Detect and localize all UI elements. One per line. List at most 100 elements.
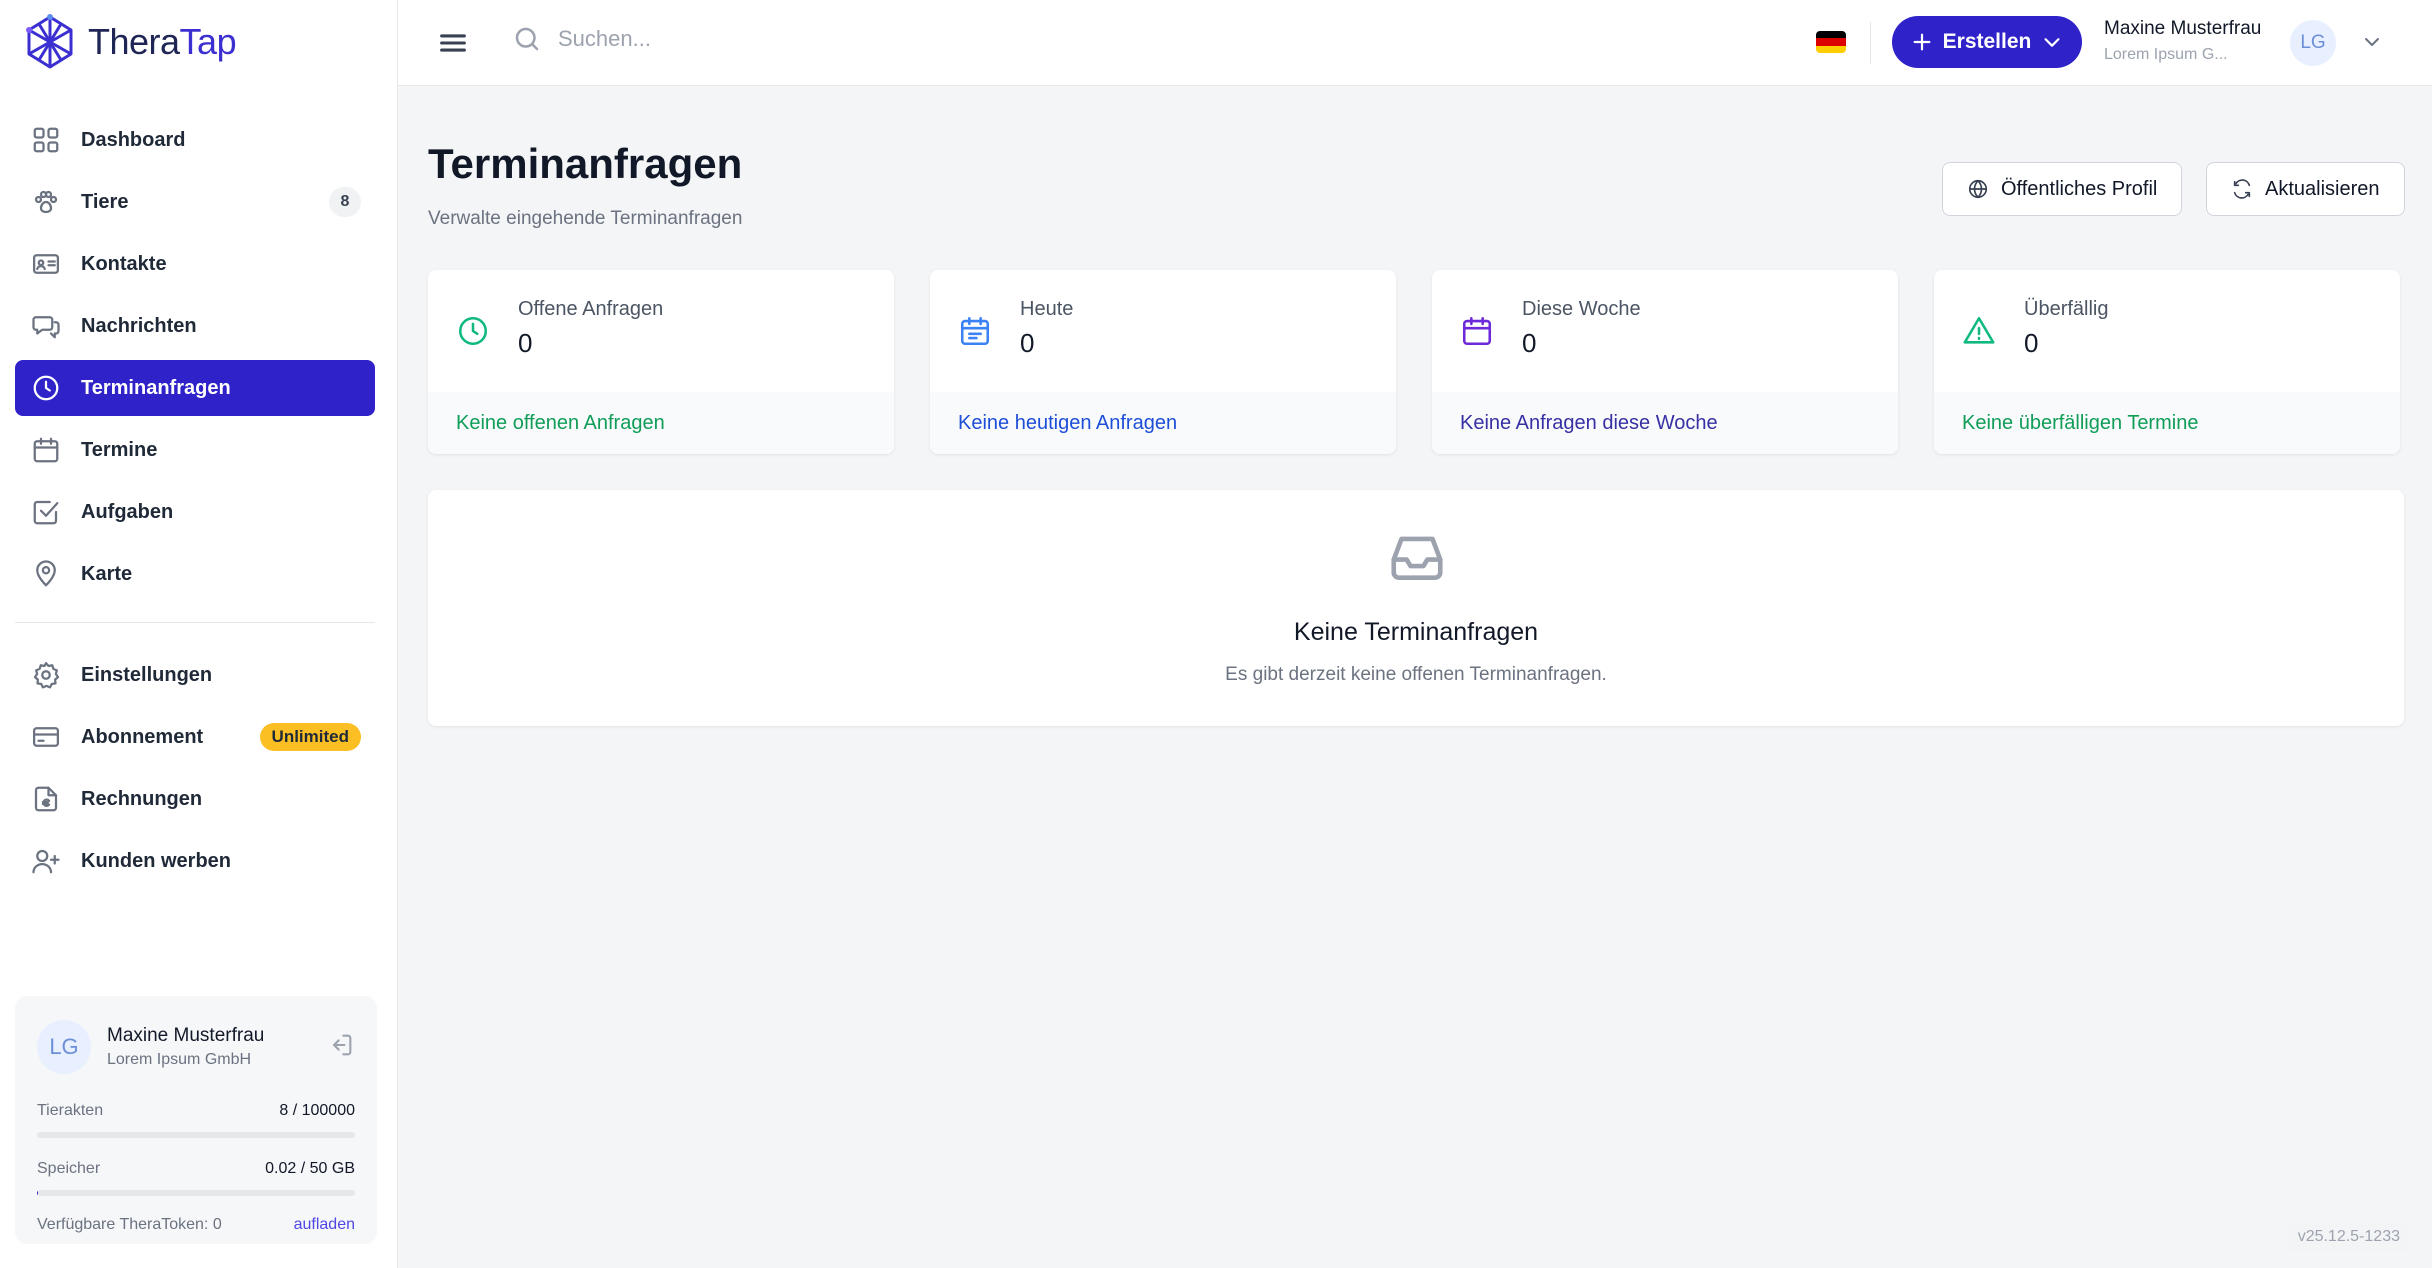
stat-label: Diese Woche: [1522, 298, 1641, 320]
page-title: Terminanfragen: [428, 140, 743, 187]
empty-state-card: Keine Terminanfragen Es gibt derzeit kei…: [428, 490, 2404, 726]
calendar-icon: [1460, 314, 1494, 353]
avatar[interactable]: LG: [37, 1020, 91, 1074]
avatar[interactable]: LG: [2290, 20, 2336, 66]
account-name: Maxine Musterfrau: [107, 1025, 265, 1046]
storage-label: Speicher: [37, 1160, 101, 1177]
create-button-label: Erstellen: [1942, 30, 2032, 53]
refresh-button[interactable]: Aktualisieren: [2206, 162, 2405, 216]
sidebar-nav: Dashboard Tiere 8 Kontakte Nachrichten T…: [15, 112, 375, 895]
user-name: Maxine Musterfrau: [2104, 18, 2262, 39]
sidebar-item-kunden-werben[interactable]: Kunden werben: [15, 833, 375, 889]
refresh-icon: [2233, 179, 2251, 199]
brand-name: TheraTap: [88, 21, 237, 62]
sidebar-item-rechnungen[interactable]: Rechnungen: [15, 771, 375, 827]
sidebar-item-label: Dashboard: [81, 128, 186, 151]
stat-footer-link[interactable]: Keine heutigen Anfragen: [930, 392, 1396, 454]
records-usage: Tierakten 8 / 100000: [37, 1102, 355, 1138]
sidebar-item-dashboard[interactable]: Dashboard: [15, 112, 375, 168]
stat-label: Überfällig: [2024, 298, 2109, 320]
account-names: Maxine Musterfrau Lorem Ipsum GmbH: [107, 1025, 327, 1069]
logout-icon[interactable]: [327, 1031, 355, 1064]
stat-label: Offene Anfragen: [518, 298, 664, 320]
menu-toggle-button[interactable]: [436, 26, 470, 60]
stat-value: 0: [2024, 328, 2039, 358]
calendar-icon: [29, 433, 63, 467]
user-plus-icon: [29, 844, 63, 878]
sidebar-item-label: Rechnungen: [81, 787, 203, 810]
stat-footer-link[interactable]: Keine überfälligen Termine: [1934, 392, 2400, 454]
stat-value: 0: [1020, 328, 1035, 358]
warning-icon: [1962, 314, 1996, 353]
map-pin-icon: [29, 557, 63, 591]
user-menu-toggle[interactable]: [2360, 30, 2384, 59]
account-header: LG Maxine Musterfrau Lorem Ipsum GmbH: [37, 1020, 355, 1074]
empty-state-subtitle: Es gibt derzeit keine offenen Terminanfr…: [1225, 664, 1607, 685]
credit-card-icon: [29, 720, 63, 754]
paw-icon: [29, 185, 63, 219]
refresh-label: Aktualisieren: [2265, 177, 2380, 200]
search-icon: [515, 27, 539, 51]
topbar-divider: [1870, 22, 1871, 64]
sidebar-item-label: Nachrichten: [81, 314, 197, 337]
storage-usage: Speicher 0.02 / 50 GB: [37, 1160, 355, 1196]
inbox-icon: [1386, 526, 1448, 593]
plan-badge: Unlimited: [259, 723, 361, 751]
stat-card-this-week: Diese Woche 0 Keine Anfragen diese Woche: [1432, 270, 1898, 454]
empty-state-title: Keine Terminanfragen: [1293, 618, 1539, 646]
sidebar-item-label: Einstellungen: [81, 663, 213, 686]
sidebar-item-nachrichten[interactable]: Nachrichten: [15, 298, 375, 354]
stat-card-open-requests: Offene Anfragen 0 Keine offenen Anfragen: [428, 270, 894, 454]
stat-value: 0: [1522, 328, 1537, 358]
sidebar-item-kontakte[interactable]: Kontakte: [15, 236, 375, 292]
tokens-topup-link[interactable]: aufladen: [294, 1216, 355, 1234]
sidebar-item-label: Termine: [81, 438, 158, 461]
public-profile-label: Öffentliches Profil: [2001, 177, 2158, 200]
chevron-down-icon: [2365, 38, 2379, 46]
sidebar-item-label: Tiere: [81, 190, 129, 213]
public-profile-button[interactable]: Öffentliches Profil: [1942, 162, 2183, 216]
sidebar-item-label: Aufgaben: [81, 500, 174, 523]
sidebar-item-label: Abonnement: [81, 725, 204, 748]
sidebar-item-aufgaben[interactable]: Aufgaben: [15, 484, 375, 540]
version-label: v25.12.5-1233: [2287, 1222, 2410, 1252]
clock-icon: [456, 314, 490, 353]
sidebar-item-karte[interactable]: Karte: [15, 546, 375, 602]
sidebar: TheraTap Dashboard Tiere 8 Kontakte Nach…: [0, 0, 398, 1268]
theratap-logo-icon: [26, 14, 73, 69]
sidebar-item-termine[interactable]: Termine: [15, 422, 375, 478]
brand-logo[interactable]: TheraTap: [24, 14, 237, 70]
account-summary-card: LG Maxine Musterfrau Lorem Ipsum GmbH Ti…: [15, 996, 377, 1244]
sidebar-item-einstellungen[interactable]: Einstellungen: [15, 647, 375, 703]
language-flag-de-icon[interactable]: [1816, 31, 1846, 53]
storage-value: 0.02 / 50 GB: [265, 1160, 355, 1177]
stat-card-overdue: Überfällig 0 Keine überfälligen Termine: [1934, 270, 2400, 454]
records-progress-bar: [37, 1132, 355, 1138]
create-button[interactable]: Erstellen: [1892, 16, 2082, 68]
user-menu[interactable]: Maxine Musterfrau Lorem Ipsum G...: [2104, 18, 2261, 64]
tokens-label: Verfügbare TheraToken: 0: [37, 1216, 222, 1233]
stat-footer-link[interactable]: Keine offenen Anfragen: [428, 392, 894, 454]
hamburger-icon: [440, 34, 466, 52]
sidebar-item-abonnement[interactable]: Abonnement Unlimited: [15, 709, 375, 765]
contact-card-icon: [29, 247, 63, 281]
invoice-icon: [29, 782, 63, 816]
sidebar-item-label: Kontakte: [81, 252, 167, 275]
stat-card-today: Heute 0 Keine heutigen Anfragen: [930, 270, 1396, 454]
account-company: Lorem Ipsum GmbH: [107, 1051, 252, 1068]
sidebar-item-terminanfragen[interactable]: Terminanfragen: [15, 360, 375, 416]
storage-progress-bar: [37, 1190, 355, 1196]
count-badge: 8: [329, 187, 361, 217]
records-value: 8 / 100000: [279, 1102, 355, 1119]
records-label: Tierakten: [37, 1102, 104, 1119]
sidebar-divider: [15, 622, 375, 623]
chevron-down-icon: [2044, 38, 2060, 47]
tokens-row: Verfügbare TheraToken: 0 aufladen: [37, 1216, 355, 1234]
user-company: Lorem Ipsum G...: [2104, 46, 2228, 63]
sidebar-item-tiere[interactable]: Tiere 8: [15, 174, 375, 230]
page-subtitle: Verwalte eingehende Terminanfragen: [428, 208, 743, 229]
stat-value: 0: [518, 328, 533, 358]
stat-footer-link[interactable]: Keine Anfragen diese Woche: [1432, 392, 1898, 454]
plus-icon: [1913, 33, 1931, 51]
search-input[interactable]: [556, 25, 1160, 53]
